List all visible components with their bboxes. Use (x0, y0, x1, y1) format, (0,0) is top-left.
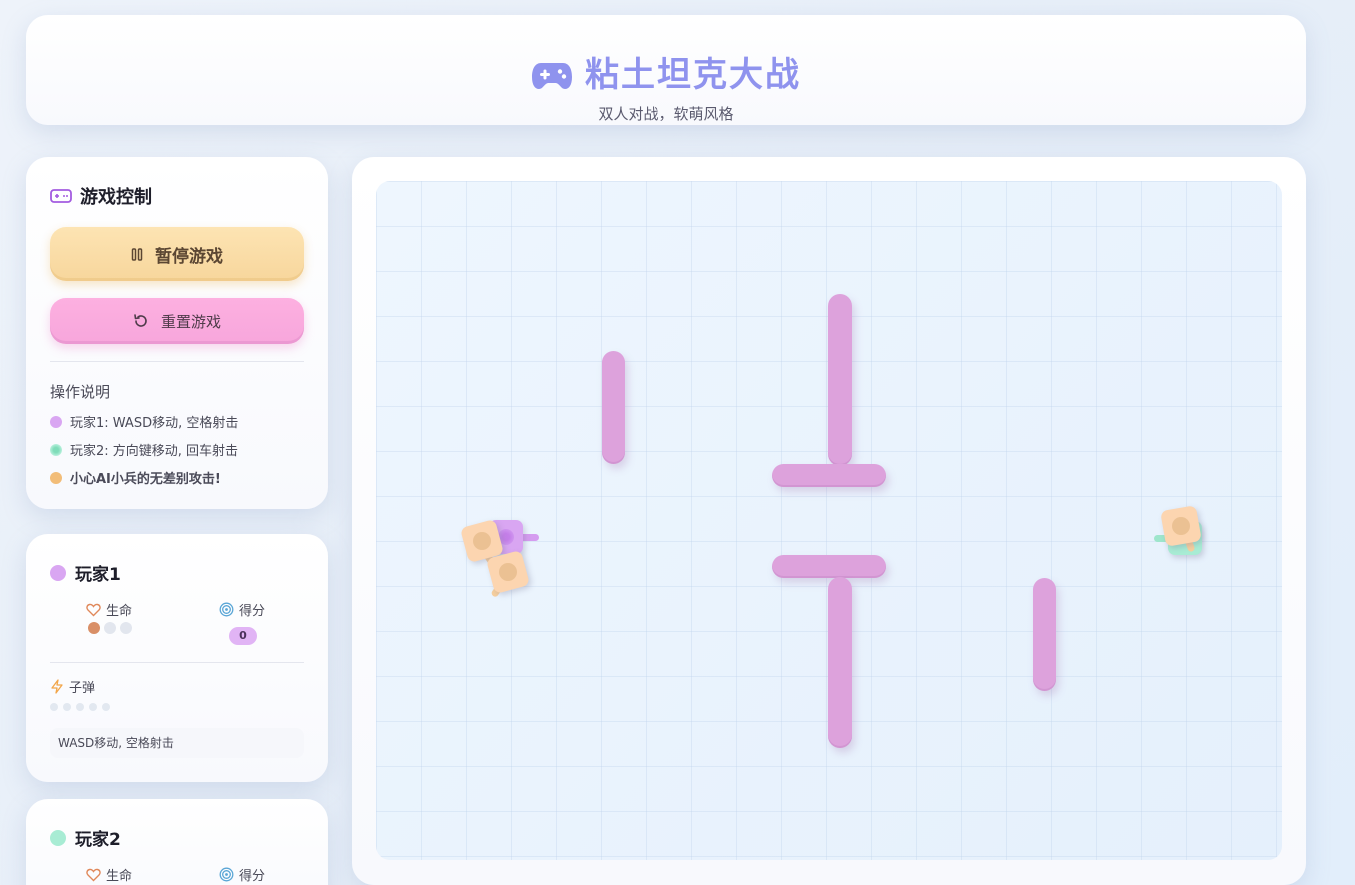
pause-button[interactable]: 暂停游戏 (50, 227, 304, 281)
heart-icon (86, 868, 101, 881)
control-panel-title: 游戏控制 (50, 183, 152, 209)
heart-icon (86, 603, 101, 616)
gamepad-outline-icon (50, 189, 72, 203)
control-panel-title-text: 游戏控制 (80, 187, 152, 208)
tank-turret (1172, 517, 1190, 535)
header-card: 粘土坦克大战 双人对战，软萌风格 (26, 15, 1306, 125)
player1-lives-label: 生命 (86, 600, 132, 619)
player1-color-dot (50, 564, 66, 581)
wall (1033, 578, 1056, 691)
warning-color-dot (50, 471, 62, 484)
player2-lives-label: 生命 (86, 865, 132, 884)
tank-turret (473, 532, 491, 550)
player1-card: 玩家1 生命 得分 0 子弹 WASD移动, 空格射击 (26, 534, 328, 782)
pause-button-label: 暂停游戏 (155, 246, 223, 267)
divider (50, 662, 304, 663)
ammo-dot (102, 703, 110, 711)
lives-label-text: 生命 (106, 869, 133, 884)
ammo-label-text: 子弹 (69, 681, 96, 696)
player2-card: 玩家2 生命 得分 (26, 799, 328, 885)
wall (772, 464, 886, 487)
score-label-text: 得分 (239, 604, 266, 619)
player1-score: 0 (229, 627, 257, 645)
score-label-text: 得分 (239, 869, 266, 884)
help-line-warning: 小心AI小兵的无差别攻击! (50, 468, 221, 487)
divider (50, 361, 304, 362)
player1-score-label: 得分 (219, 600, 265, 619)
player2-name-text: 玩家2 (75, 830, 121, 850)
control-panel: 游戏控制 暂停游戏 重置游戏 操作说明 玩家1: WASD移动, 空格射击 玩家… (26, 157, 328, 509)
game-arena[interactable] (376, 181, 1282, 860)
life-dot (104, 622, 116, 634)
player1-color-dot (50, 415, 62, 428)
rotate-ccw-icon (134, 314, 147, 327)
player1-ammo-label: 子弹 (50, 677, 95, 696)
ammo-dot (63, 703, 71, 711)
ammo-dot (89, 703, 97, 711)
player1-lives (88, 622, 132, 634)
help-line-player1: 玩家1: WASD移动, 空格射击 (50, 412, 238, 431)
player1-name: 玩家1 (50, 560, 121, 585)
ai-tank (1160, 505, 1202, 553)
lives-label-text: 生命 (106, 604, 133, 619)
lightning-icon (51, 679, 63, 694)
player1-name-text: 玩家1 (75, 565, 121, 585)
gamepad-icon (532, 63, 572, 89)
player2-color-dot (50, 443, 62, 456)
ammo-dot (76, 703, 84, 711)
player2-name: 玩家2 (50, 825, 121, 850)
player1-control-hint: WASD移动, 空格射击 (50, 728, 304, 758)
wall (828, 294, 852, 466)
player2-color-dot (50, 829, 66, 846)
help-title: 操作说明 (50, 383, 111, 401)
help-line-player2: 玩家2: 方向键移动, 回车射击 (50, 440, 238, 459)
help-line-text: 小心AI小兵的无差别攻击! (70, 472, 221, 487)
title-row: 粘土坦克大战 (26, 55, 1306, 95)
target-icon (219, 867, 234, 882)
wall (828, 577, 852, 748)
life-dot (120, 622, 132, 634)
wall (602, 351, 625, 464)
life-dot (88, 622, 100, 634)
help-line-text: 玩家1: WASD移动, 空格射击 (70, 416, 239, 431)
player1-ammo (50, 703, 110, 711)
target-icon (219, 602, 234, 617)
ammo-dot (50, 703, 58, 711)
pause-icon (131, 247, 143, 261)
player2-score-label: 得分 (219, 865, 265, 884)
help-line-text: 玩家2: 方向键移动, 回车射击 (70, 444, 239, 459)
page-subtitle: 双人对战，软萌风格 (598, 105, 734, 123)
ai-tank (485, 549, 531, 599)
wall (772, 555, 886, 578)
reset-button[interactable]: 重置游戏 (50, 298, 304, 344)
page-title: 粘土坦克大战 (585, 55, 801, 95)
tank-turret (499, 563, 517, 581)
reset-button-label: 重置游戏 (160, 312, 221, 331)
